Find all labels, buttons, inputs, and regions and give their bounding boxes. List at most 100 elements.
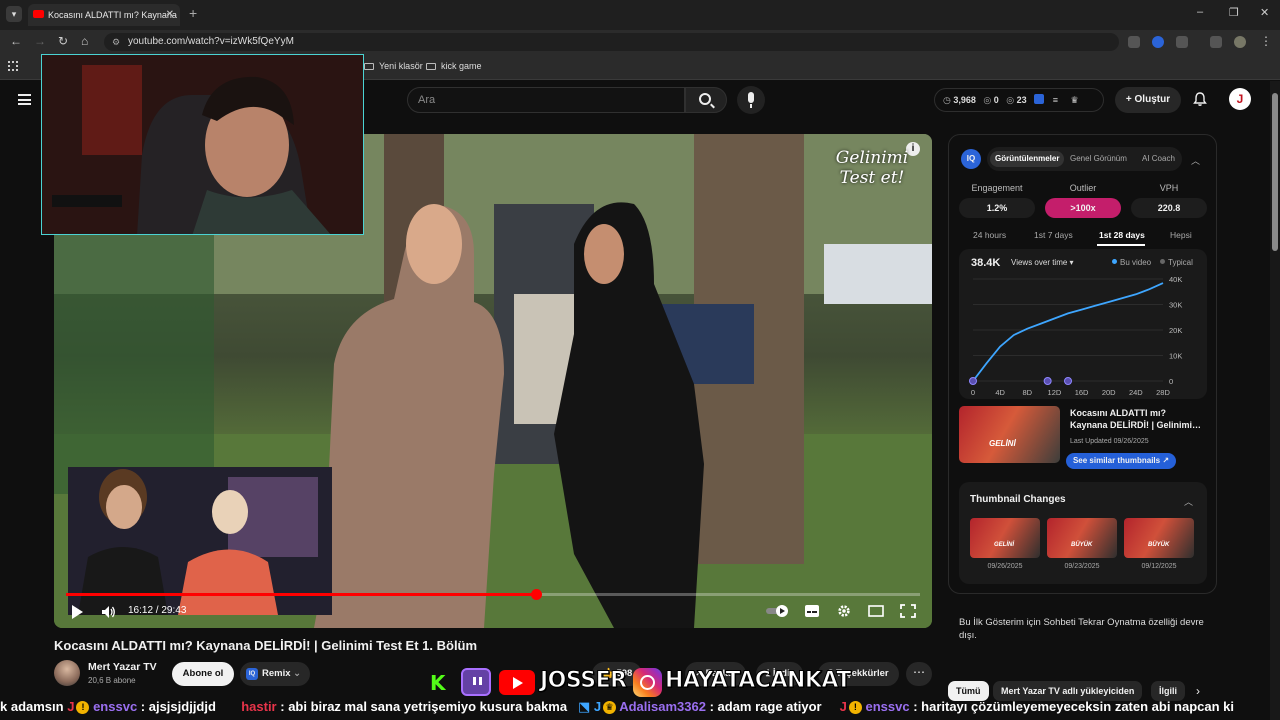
ticker-username: Adalisam3362 — [619, 699, 706, 714]
minimize-icon[interactable]: – — [1197, 6, 1203, 18]
tab-ai-coach[interactable]: AI Coach — [1137, 151, 1180, 167]
metric-label: Outlier — [1069, 183, 1097, 193]
x-tick-label: 16D — [1075, 388, 1089, 397]
twitch-logo-icon — [461, 668, 491, 696]
progress-bar[interactable] — [66, 589, 920, 600]
search-input[interactable]: Ara — [407, 87, 685, 113]
y-tick-label: 10K — [1169, 352, 1182, 361]
thumbnail-changes-card: Thumbnail Changes ︿ GELİNİ BÜYÜK BÜYÜK 0… — [959, 482, 1207, 584]
scrollbar-thumb[interactable] — [1272, 93, 1278, 251]
badge-icon: ♛ — [603, 701, 617, 714]
channel-name[interactable]: Mert Yazar TV — [88, 661, 157, 673]
fullscreen-icon[interactable] — [900, 604, 916, 618]
see-similar-thumbnails-button[interactable]: See similar thumbnails ↗ — [1066, 453, 1176, 469]
remix-button[interactable]: IQ Remix ⌄ — [240, 662, 310, 686]
time-display: 16:12 / 29:43 — [128, 605, 187, 616]
tab-overview[interactable]: Genel Görünüm — [1065, 151, 1132, 167]
tab-search-icon[interactable]: ▾ — [6, 6, 22, 22]
autoplay-toggle-icon[interactable] — [766, 604, 790, 618]
chip-all[interactable]: Tümü — [948, 681, 989, 701]
x-tick-label: 24D — [1129, 388, 1143, 397]
maximize-icon[interactable]: ❐ — [1229, 6, 1239, 19]
x-tick-label: 4D — [995, 388, 1005, 397]
metric-label: Engagement — [971, 183, 1023, 193]
more-actions-button[interactable]: ⋯ — [906, 662, 932, 686]
extension-icon[interactable] — [1152, 36, 1164, 48]
chip-from-uploader[interactable]: Mert Yazar TV adlı yükleyiciden — [993, 681, 1143, 701]
menu-icon[interactable] — [18, 94, 31, 105]
badge-icon: ! — [76, 701, 90, 714]
outlier-value: >100x — [1045, 198, 1121, 218]
vidiq-icon: IQ — [246, 668, 258, 680]
bookmark-folder[interactable]: kick game — [426, 61, 482, 71]
range-all[interactable]: Hepsi — [1170, 230, 1192, 240]
webcam-scene — [42, 55, 363, 234]
subtitles-icon[interactable] — [804, 604, 820, 618]
settings-gear-icon[interactable] — [836, 604, 852, 618]
thumbnail-changes-title: Thumbnail Changes — [970, 494, 1066, 505]
page-scrollbar[interactable] — [1270, 81, 1280, 720]
youtube-favicon-icon — [33, 10, 44, 18]
thumbnail-version[interactable]: BÜYÜK — [1124, 518, 1194, 558]
vidiq-tabs: Görüntülenmeler Genel Görünüm AI Coach — [987, 147, 1182, 171]
notifications-bell-icon[interactable] — [1192, 91, 1208, 107]
new-tab-icon[interactable]: + — [189, 5, 197, 21]
create-button[interactable]: + Oluştur — [1115, 87, 1181, 113]
close-window-icon[interactable]: ✕ — [1260, 6, 1269, 19]
close-tab-icon[interactable]: ✕ — [166, 4, 174, 26]
thumbnail-version[interactable]: GELİNİ — [970, 518, 1040, 558]
vidiq-stats-pill[interactable]: ◷ 3,968 ◎ 0 ◎ 23 ≡ ♛ — [934, 88, 1104, 112]
video-thumbnail[interactable]: GELİNİ — [959, 406, 1060, 463]
chart-mode-dropdown[interactable]: Views over time ▾ — [1011, 258, 1074, 267]
chevron-right-icon[interactable]: › — [1196, 684, 1200, 698]
search-button[interactable] — [685, 87, 727, 113]
volume-icon[interactable] — [102, 606, 116, 618]
home-icon[interactable]: ⌂ — [81, 34, 88, 48]
extension-icon[interactable] — [1128, 36, 1140, 48]
y-tick-label: 40K — [1169, 275, 1182, 284]
progress-scrubber[interactable] — [530, 589, 542, 600]
browser-tabbar: ▾ Kocasını ALDATTI mı? Kaynana D ✕ + – ❐… — [0, 0, 1280, 30]
url-field[interactable]: ⚙ youtube.com/watch?v=izWk5fQeYyM — [104, 33, 1119, 51]
ticker-username: enssvc — [865, 699, 910, 714]
range-24h[interactable]: 24 hours — [973, 230, 1006, 240]
profile-icon[interactable] — [1234, 36, 1246, 48]
range-28d[interactable]: 1st 28 days — [1099, 230, 1145, 240]
browser-menu-icon[interactable]: ⋮ — [1260, 34, 1272, 48]
channel-avatar[interactable] — [54, 660, 80, 686]
x-tick-label: 28D — [1156, 388, 1170, 397]
apps-grid-icon[interactable] — [8, 61, 18, 71]
trophy-icon: ♛ — [1070, 95, 1079, 105]
range-7d[interactable]: 1st 7 days — [1034, 230, 1073, 240]
video-title: Kocasını ALDATTI mı? Kaynana DELİRDİ! | … — [54, 638, 478, 653]
thumbnail-version[interactable]: BÜYÜK — [1047, 518, 1117, 558]
reading-list-icon[interactable] — [1210, 36, 1222, 48]
x-tick-label: 12D — [1048, 388, 1062, 397]
folder-icon — [426, 63, 436, 70]
voice-search-icon[interactable] — [737, 86, 765, 114]
stat-views: 3,968 — [953, 95, 976, 105]
ticker-message: : adam rage atiyor — [709, 699, 822, 714]
legend-typical: Typical — [1160, 258, 1193, 267]
chip-related[interactable]: İlgili — [1151, 681, 1185, 701]
account-avatar[interactable]: J — [1229, 88, 1251, 110]
browser-tab[interactable]: Kocasını ALDATTI mı? Kaynana D ✕ — [28, 4, 180, 26]
ticker-message: : abi biraz mal sana yetrişemiyo kusura … — [280, 699, 568, 714]
progress-played — [66, 593, 536, 596]
tab-views[interactable]: Görüntülenmeler — [990, 151, 1065, 167]
back-icon[interactable]: ← — [10, 34, 22, 48]
theater-mode-icon[interactable] — [868, 604, 884, 618]
subscribe-button[interactable]: Abone ol — [172, 662, 234, 686]
views-chart-card: 38.4K Views over time ▾ Bu video Typical… — [959, 249, 1207, 399]
bookmark-folder[interactable]: Yeni klasör — [364, 61, 423, 71]
youtube-logo-icon — [499, 670, 535, 695]
site-info-icon[interactable]: ⚙ — [112, 33, 120, 51]
collapse-chevron-icon[interactable]: ︿ — [1191, 154, 1200, 167]
forward-icon[interactable]: → — [34, 34, 46, 48]
collapse-chevron-icon[interactable]: ︿ — [1184, 495, 1193, 508]
ticker-message: k adamsın — [0, 699, 64, 714]
thumbnail-date: 09/12/2025 — [1141, 563, 1177, 570]
play-icon[interactable] — [72, 605, 83, 619]
reload-icon[interactable]: ↻ — [58, 34, 68, 48]
extensions-puzzle-icon[interactable] — [1176, 36, 1188, 48]
